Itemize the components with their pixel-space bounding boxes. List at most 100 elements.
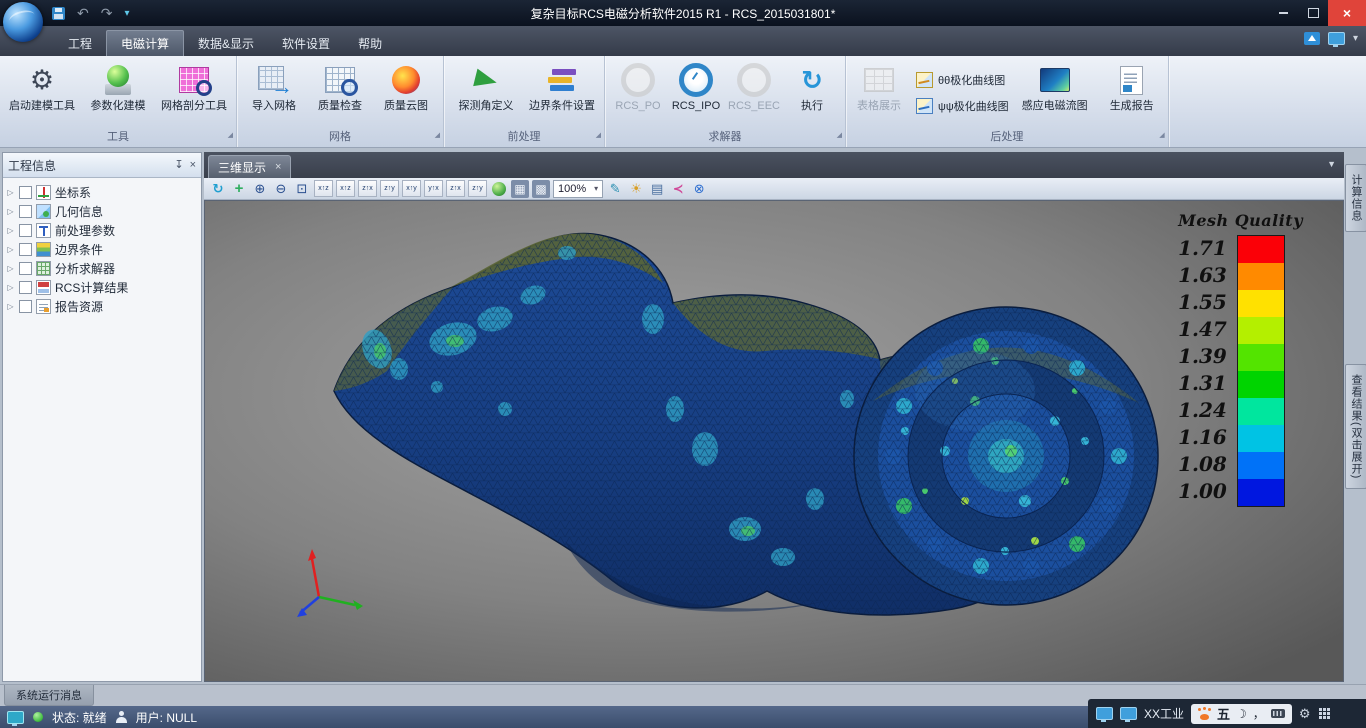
pan-icon[interactable]: + <box>230 180 248 198</box>
view-iso2-button[interactable]: z↑y <box>468 180 487 197</box>
expand-arrow-icon[interactable]: ▷ <box>6 264 15 273</box>
mesh-toggle-icon[interactable]: ▩ <box>532 180 550 198</box>
tab-list-icon[interactable]: ▼ <box>1327 159 1336 169</box>
checkbox[interactable] <box>19 281 32 294</box>
panes-icon[interactable]: ▤ <box>648 180 666 198</box>
launch-modeling-tool-button[interactable]: ⚙ 启动建模工具 <box>4 58 80 113</box>
execute-button[interactable]: ↻ 执行 <box>783 58 841 113</box>
view-bottom-button[interactable]: y↑x <box>424 180 443 197</box>
tab-help[interactable]: 帮助 <box>344 31 396 56</box>
view-top-button[interactable]: x↑y <box>402 180 421 197</box>
tab-system-messages[interactable]: 系统运行消息 <box>4 685 94 706</box>
dialog-launcher-icon[interactable]: ◢ <box>1159 128 1164 143</box>
tab-computation-info[interactable]: 计算信息 <box>1345 164 1366 232</box>
panel-close-icon[interactable]: × <box>190 160 196 171</box>
theta-polarization-curve-button[interactable]: θθ极化曲线图 <box>912 69 1013 90</box>
rcs-ipo-button[interactable]: RCS_IPO <box>667 58 725 113</box>
undo-icon[interactable]: ↶ <box>77 6 89 20</box>
close-button[interactable]: × <box>1328 0 1366 26</box>
tab-project[interactable]: 工程 <box>54 31 106 56</box>
zoom-select[interactable]: 100% ▾ <box>553 180 603 198</box>
legend-value: 1.71 <box>1178 235 1227 262</box>
tray-apps-icon[interactable] <box>1319 708 1322 711</box>
tree-item-rcs-results[interactable]: ▷ RCS计算结果 <box>3 278 201 297</box>
tab-software-settings[interactable]: 软件设置 <box>268 31 344 56</box>
display-icon[interactable] <box>1328 32 1345 45</box>
view-iso1-button[interactable]: z↑x <box>446 180 465 197</box>
generate-report-button[interactable]: 生成报告 <box>1100 58 1164 113</box>
ime-wubi-toggle[interactable]: 五 <box>1217 704 1230 723</box>
expand-arrow-icon[interactable]: ▷ <box>6 188 15 197</box>
checkbox[interactable] <box>19 186 32 199</box>
orbit-icon[interactable]: ↻ <box>209 180 227 198</box>
soft-keyboard-icon[interactable] <box>1271 709 1285 718</box>
zoom-window-icon[interactable]: ⊡ <box>293 180 311 198</box>
checkbox[interactable] <box>19 243 32 256</box>
view-left-button[interactable]: z↑x <box>358 180 377 197</box>
light-icon[interactable]: ☀ <box>627 180 645 198</box>
measure-icon[interactable]: ✎ <box>606 180 624 198</box>
dialog-launcher-icon[interactable]: ◢ <box>837 128 842 143</box>
ime-width-toggle[interactable]: ☽ <box>1236 707 1247 721</box>
checkbox[interactable] <box>19 262 32 275</box>
zoom-out-icon[interactable]: ⊖ <box>272 180 290 198</box>
boundary-condition-button[interactable]: 边界条件设置 <box>524 58 600 113</box>
tree-item-report-resources[interactable]: ▷ 报告资源 <box>3 297 201 316</box>
expand-arrow-icon[interactable]: ▷ <box>6 283 15 292</box>
tab-3d-display[interactable]: 三维显示 × <box>208 155 291 178</box>
checkbox[interactable] <box>19 224 32 237</box>
view-right-button[interactable]: z↑y <box>380 180 399 197</box>
tab-data-display[interactable]: 数据&显示 <box>184 31 268 56</box>
shaded-view-icon[interactable] <box>490 180 508 198</box>
wireframe-icon[interactable]: ▦ <box>511 180 529 198</box>
expand-arrow-icon[interactable]: ▷ <box>6 245 15 254</box>
monitor-icon[interactable] <box>1120 707 1137 720</box>
monitor-icon[interactable] <box>1096 707 1113 720</box>
ime-logo-icon[interactable] <box>1198 708 1211 720</box>
ribbon-options-caret-icon[interactable]: ▾ <box>1353 33 1358 44</box>
dialog-launcher-icon[interactable]: ◢ <box>435 128 440 143</box>
tab-close-icon[interactable]: × <box>275 161 281 173</box>
quick-access-caret-icon[interactable]: ▾ <box>124 8 129 19</box>
probe-angle-button[interactable]: 探测角定义 <box>448 58 524 113</box>
view-front-button[interactable]: x↑z <box>314 180 333 197</box>
minimize-button[interactable] <box>1268 0 1298 26</box>
redo-icon[interactable]: ↷ <box>101 6 113 20</box>
rcs-po-button[interactable]: RCS_PO <box>609 58 667 113</box>
tab-view-results[interactable]: 查看结果(双击展开) <box>1345 364 1366 489</box>
tab-em-computation[interactable]: 电磁计算 <box>106 30 184 56</box>
tray-settings-icon[interactable]: ⚙ <box>1299 707 1311 720</box>
close-view-icon[interactable]: ⊗ <box>690 180 708 198</box>
quality-cloud-button[interactable]: 质量云图 <box>373 58 439 113</box>
rcs-eec-button[interactable]: RCS_EEC <box>725 58 783 113</box>
import-mesh-button[interactable]: → 导入网格 <box>241 58 307 113</box>
zoom-in-icon[interactable]: ⊕ <box>251 180 269 198</box>
table-display-button[interactable]: 表格展示 <box>850 58 908 113</box>
parametric-modeling-button[interactable]: 参数化建模 <box>80 58 156 113</box>
tree-item-geometry-info[interactable]: ▷ 几何信息 <box>3 202 201 221</box>
ime-punctuation-toggle[interactable]: ， <box>1253 705 1265 722</box>
quality-check-button[interactable]: 质量检查 <box>307 58 373 113</box>
view-back-button[interactable]: x↑z <box>336 180 355 197</box>
app-logo[interactable] <box>3 2 43 42</box>
theme-icon[interactable] <box>1304 32 1320 45</box>
dialog-launcher-icon[interactable]: ◢ <box>596 128 601 143</box>
expand-arrow-icon[interactable]: ▷ <box>6 226 15 235</box>
tree-item-boundary-conditions[interactable]: ▷ 边界条件 <box>3 240 201 259</box>
expand-arrow-icon[interactable]: ▷ <box>6 207 15 216</box>
induction-current-map-button[interactable]: 感应电磁流图 <box>1017 58 1093 113</box>
checkbox[interactable] <box>19 300 32 313</box>
checkbox[interactable] <box>19 205 32 218</box>
dialog-launcher-icon[interactable]: ◢ <box>228 128 233 143</box>
tree-item-preprocess-params[interactable]: ▷ 前处理参数 <box>3 221 201 240</box>
tree-item-coordinate-system[interactable]: ▷ 坐标系 <box>3 183 201 202</box>
share-icon[interactable]: ≺ <box>669 180 687 198</box>
pin-icon[interactable]: ↧ <box>174 160 183 171</box>
maximize-button[interactable] <box>1298 0 1328 26</box>
mesh-partition-tool-button[interactable]: 网格剖分工具 <box>156 58 232 113</box>
tree-item-analysis-solver[interactable]: ▷ 分析求解器 <box>3 259 201 278</box>
save-icon[interactable] <box>52 7 65 20</box>
expand-arrow-icon[interactable]: ▷ <box>6 302 15 311</box>
psi-polarization-curve-button[interactable]: ψψ极化曲线图 <box>912 95 1013 116</box>
viewport-3d[interactable]: Mesh Quality 1.71 1.63 1.55 1.47 1.39 1.… <box>204 200 1344 682</box>
